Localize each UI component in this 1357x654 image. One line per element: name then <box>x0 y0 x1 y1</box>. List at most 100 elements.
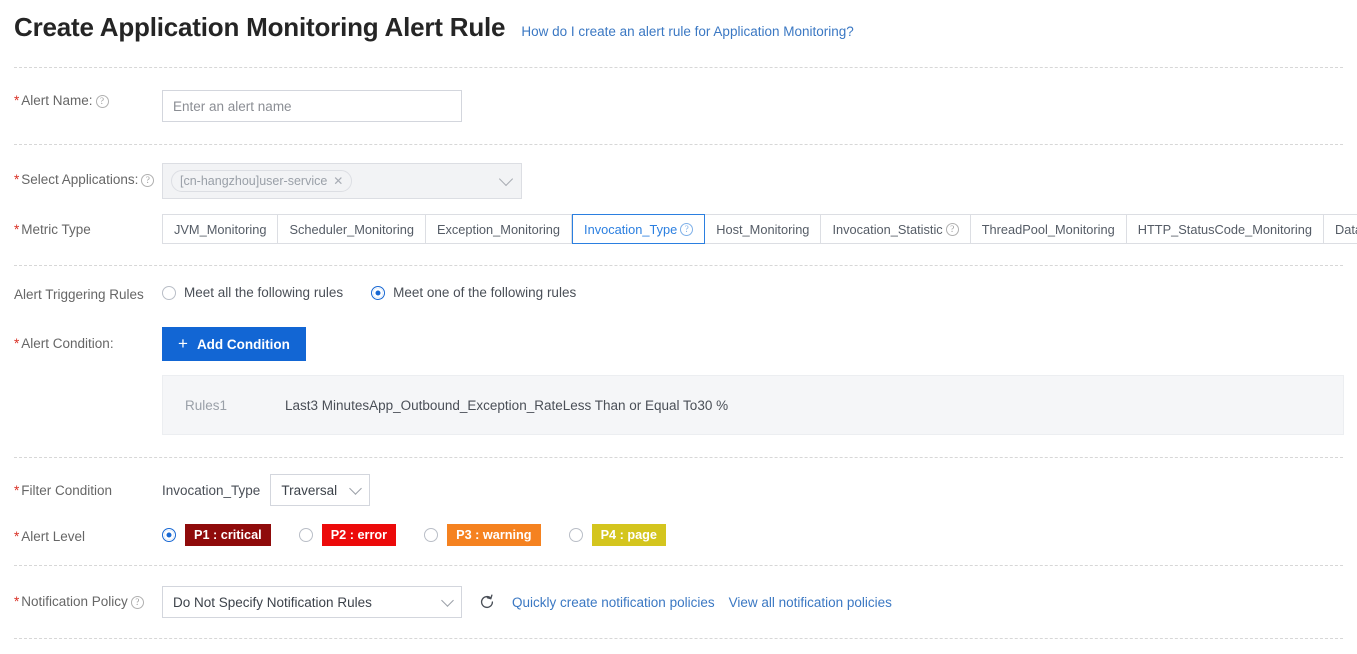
refresh-icon[interactable] <box>478 593 496 611</box>
notification-policy-value: Do Not Specify Notification Rules <box>173 594 372 610</box>
alert-level-p2[interactable]: P2 : error <box>298 524 397 546</box>
alert-name-label-text: Alert Name: <box>21 93 93 108</box>
row-alert-name: * Alert Name:? <box>0 90 1357 122</box>
radio-icon-selected <box>162 528 176 542</box>
required-marker: * <box>14 336 20 351</box>
tab-label: Invocation_Statistic <box>832 221 943 237</box>
divider <box>14 565 1343 566</box>
tab-label: Scheduler_Monitoring <box>289 221 414 237</box>
help-icon[interactable]: ? <box>680 222 694 236</box>
tab-label: Database_Metric <box>1335 221 1357 237</box>
row-select-applications: * Select Applications:? [cn-hangzhou]user… <box>0 163 1357 199</box>
radio-label: Meet one of the following rules <box>393 285 577 300</box>
application-tag: [cn-hangzhou]user-service ✕ <box>171 170 353 192</box>
metric-type-label-text: Metric Type <box>21 222 91 237</box>
alert-condition-field: + Add Condition Rules1 Last3 MinutesApp_… <box>162 327 1357 435</box>
filter-value-text: Traversal <box>281 482 338 498</box>
metric-type-field: JVM_Monitoring Scheduler_Monitoring Exce… <box>162 214 1357 244</box>
row-alert-level: * Alert Level P1 : critical P2 : error P3… <box>0 524 1357 546</box>
tab-host-monitoring[interactable]: Host_Monitoring <box>705 214 822 244</box>
required-marker: * <box>14 594 20 609</box>
tab-scheduler-monitoring[interactable]: Scheduler_Monitoring <box>278 214 426 244</box>
tab-invocation-statistic[interactable]: Invocation_Statistic? <box>821 214 971 244</box>
tab-http-statuscode-monitoring[interactable]: HTTP_StatusCode_Monitoring <box>1126 214 1324 244</box>
chevron-down-icon <box>349 482 363 495</box>
radio-icon <box>298 528 313 542</box>
divider <box>14 638 1343 639</box>
radio-icon <box>424 528 439 542</box>
add-condition-label: Add Condition <box>196 336 290 352</box>
add-condition-button[interactable]: + Add Condition <box>162 327 306 361</box>
metric-type-label: * Metric Type <box>14 214 162 239</box>
select-applications-label-text: Select Applications: <box>21 172 139 187</box>
required-marker: * <box>14 93 20 108</box>
alert-triggering-rules-label-text: Alert Triggering Rules <box>14 287 144 302</box>
radio-icon-selected <box>371 285 386 300</box>
radio-icon <box>162 285 176 300</box>
alert-level-p3[interactable]: P3 : warning <box>424 524 541 546</box>
alert-level-label: * Alert Level <box>14 524 162 546</box>
application-tag-label: [cn-hangzhou]user-service <box>180 174 328 188</box>
chevron-down-icon <box>498 171 514 187</box>
rule-name: Rules1 <box>185 397 228 413</box>
tab-exception-monitoring[interactable]: Exception_Monitoring <box>425 214 573 244</box>
tab-database-metric[interactable]: Database_Metric <box>1324 214 1357 244</box>
radio-meet-one-rule[interactable]: Meet one of the following rules <box>371 285 576 300</box>
alert-condition-label-text: Alert Condition: <box>21 336 114 351</box>
help-icon[interactable]: ? <box>945 222 959 236</box>
alert-triggering-rules-label: Alert Triggering Rules <box>14 285 162 304</box>
help-icon[interactable]: ? <box>130 596 144 609</box>
page-header: Create Application Monitoring Alert Rule… <box>0 0 1357 44</box>
rules-panel: Rules1 Last3 MinutesApp_Outbound_Excepti… <box>162 375 1344 435</box>
rule-expression: Last3 MinutesApp_Outbound_Exception_Rate… <box>285 397 729 413</box>
alert-level-badge-p3: P3 : warning <box>447 524 541 546</box>
alert-level-badge-p2: P2 : error <box>321 524 397 546</box>
help-link[interactable]: How do I create an alert rule for Applic… <box>521 24 853 39</box>
filter-condition-field: Invocation_Type Traversal <box>162 474 1357 506</box>
radio-icon <box>568 528 583 542</box>
row-metric-type: * Metric Type JVM_Monitoring Scheduler_Mo… <box>0 214 1357 244</box>
filter-key-label: Invocation_Type <box>162 482 261 498</box>
page-title: Create Application Monitoring Alert Rule <box>14 12 506 42</box>
tab-invocation-type[interactable]: Invocation_Type? <box>572 214 706 244</box>
alert-condition-label: * Alert Condition: <box>14 327 162 353</box>
filter-condition-label-text: Filter Condition <box>21 483 113 498</box>
row-alert-triggering-rules: Alert Triggering Rules Meet all the foll… <box>0 285 1357 304</box>
alert-triggering-rules-field: Meet all the following rules Meet one of… <box>162 285 1357 300</box>
notification-policy-field: Do Not Specify Notification Rules Quickl… <box>162 586 1357 618</box>
tab-jvm-monitoring[interactable]: JVM_Monitoring <box>162 214 279 244</box>
filter-condition-wrap: Invocation_Type Traversal <box>162 474 1357 506</box>
required-marker: * <box>14 529 20 544</box>
row-alert-condition: * Alert Condition: + Add Condition Rules1… <box>0 327 1357 435</box>
select-applications-label: * Select Applications:? <box>14 163 162 189</box>
radio-label: Meet all the following rules <box>184 285 344 300</box>
alert-level-group: P1 : critical P2 : error P3 : warning P4… <box>162 524 1357 546</box>
filter-condition-label: * Filter Condition <box>14 474 162 500</box>
chevron-down-icon <box>441 594 454 607</box>
alert-level-p1[interactable]: P1 : critical <box>162 524 271 546</box>
alert-level-p4[interactable]: P4 : page <box>568 524 666 546</box>
divider <box>14 144 1343 145</box>
view-all-policies-link[interactable]: View all notification policies <box>729 595 892 610</box>
select-applications-field: [cn-hangzhou]user-service ✕ <box>162 163 1357 199</box>
plus-icon: + <box>178 334 188 353</box>
alert-triggering-radio-group: Meet all the following rules Meet one of… <box>162 285 1357 300</box>
help-icon[interactable]: ? <box>95 95 109 108</box>
notification-policy-wrap: Do Not Specify Notification Rules Quickl… <box>162 586 1357 618</box>
filter-value-select[interactable]: Traversal <box>270 474 371 506</box>
row-notification-policy: * Notification Policy? Do Not Specify Not… <box>0 586 1357 618</box>
radio-meet-all-rules[interactable]: Meet all the following rules <box>162 285 343 300</box>
select-applications-multiselect[interactable]: [cn-hangzhou]user-service ✕ <box>162 163 522 199</box>
tab-threadpool-monitoring[interactable]: ThreadPool_Monitoring <box>970 214 1127 244</box>
quickly-create-policies-link[interactable]: Quickly create notification policies <box>512 595 715 610</box>
close-icon[interactable]: ✕ <box>333 175 343 187</box>
required-marker: * <box>14 222 20 237</box>
divider <box>14 67 1343 68</box>
alert-name-input[interactable] <box>162 90 462 122</box>
help-icon[interactable]: ? <box>141 174 155 187</box>
required-marker: * <box>14 483 20 498</box>
alert-level-badge-p4: P4 : page <box>591 524 666 546</box>
tab-label: Host_Monitoring <box>716 221 810 237</box>
row-filter-condition: * Filter Condition Invocation_Type Traver… <box>0 474 1357 506</box>
notification-policy-select[interactable]: Do Not Specify Notification Rules <box>162 586 462 618</box>
